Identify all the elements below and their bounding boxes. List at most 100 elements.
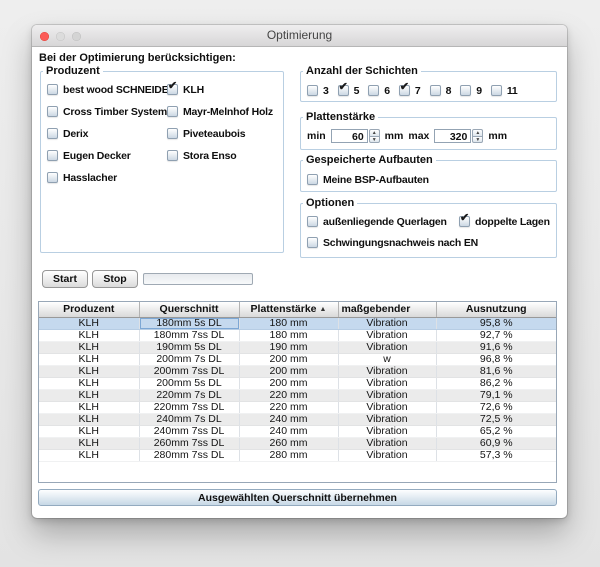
- checkbox-derix[interactable]: [47, 128, 58, 139]
- cell-ausnutzung[interactable]: 95,8 %: [436, 317, 556, 329]
- cell-querschnitt[interactable]: 180mm 7ss DL: [139, 329, 239, 341]
- table-row-4[interactable]: KLH200mm 7s DL200 mmw96,8 %: [39, 353, 556, 365]
- cell-ma-gebender[interactable]: Vibration: [338, 401, 436, 413]
- table-row-6[interactable]: KLH200mm 5s DL200 mmVibration86,2 %: [39, 377, 556, 389]
- cell-plattenst-rke[interactable]: 200 mm: [239, 377, 338, 389]
- cell-plattenst-rke[interactable]: 260 mm: [239, 437, 338, 449]
- table-row-1[interactable]: KLH180mm 5s DL180 mmVibration95,8 %: [39, 317, 556, 329]
- cell-ausnutzung[interactable]: 72,5 %: [436, 413, 556, 425]
- checkbox-7[interactable]: ✔: [399, 85, 410, 96]
- cell-plattenst-rke[interactable]: 220 mm: [239, 389, 338, 401]
- checkbox-au-enliegende-querlagen[interactable]: [307, 216, 318, 227]
- cell-ausnutzung[interactable]: 79,1 %: [436, 389, 556, 401]
- results-table-container[interactable]: ProduzentQuerschnittPlattenstärke▲maßgeb…: [38, 301, 557, 483]
- start-button[interactable]: Start: [42, 270, 88, 288]
- checkbox-doppelte-lagen[interactable]: ✔: [459, 216, 470, 227]
- cell-produzent[interactable]: KLH: [39, 317, 139, 329]
- cell-ausnutzung[interactable]: 65,2 %: [436, 425, 556, 437]
- cell-ma-gebender[interactable]: Vibration: [338, 329, 436, 341]
- cell-ma-gebender[interactable]: Vibration: [338, 437, 436, 449]
- table-row-12[interactable]: KLH280mm 7ss DL280 mmVibration57,3 %: [39, 449, 556, 461]
- cell-produzent[interactable]: KLH: [39, 365, 139, 377]
- cell-ausnutzung[interactable]: 57,3 %: [436, 449, 556, 461]
- cell-ma-gebender[interactable]: Vibration: [338, 317, 436, 329]
- cell-plattenst-rke[interactable]: 180 mm: [239, 317, 338, 329]
- cell-produzent[interactable]: KLH: [39, 437, 139, 449]
- cell-produzent[interactable]: KLH: [39, 353, 139, 365]
- column-header-ausnutzung[interactable]: Ausnutzung: [436, 302, 556, 317]
- zoom-icon[interactable]: [72, 32, 81, 41]
- column-header-ma-gebender[interactable]: maßgebender: [338, 302, 436, 317]
- stop-button[interactable]: Stop: [92, 270, 138, 288]
- cell-plattenst-rke[interactable]: 200 mm: [239, 365, 338, 377]
- checkbox-5[interactable]: ✔: [338, 85, 349, 96]
- cell-plattenst-rke[interactable]: 240 mm: [239, 413, 338, 425]
- cell-ausnutzung[interactable]: 92,7 %: [436, 329, 556, 341]
- cell-ma-gebender[interactable]: Vibration: [338, 377, 436, 389]
- cell-ma-gebender[interactable]: Vibration: [338, 413, 436, 425]
- cell-produzent[interactable]: KLH: [39, 389, 139, 401]
- cell-querschnitt[interactable]: 220mm 7s DL: [139, 389, 239, 401]
- cell-ma-gebender[interactable]: Vibration: [338, 365, 436, 377]
- cell-produzent[interactable]: KLH: [39, 413, 139, 425]
- min-spinner-up-icon[interactable]: ▲: [369, 129, 380, 136]
- cell-plattenst-rke[interactable]: 200 mm: [239, 353, 338, 365]
- checkbox-9[interactable]: [460, 85, 471, 96]
- table-row-2[interactable]: KLH180mm 7ss DL180 mmVibration92,7 %: [39, 329, 556, 341]
- cell-ausnutzung[interactable]: 96,8 %: [436, 353, 556, 365]
- cell-plattenst-rke[interactable]: 220 mm: [239, 401, 338, 413]
- cell-produzent[interactable]: KLH: [39, 401, 139, 413]
- checkbox-piveteaubois[interactable]: [167, 128, 178, 139]
- column-header-produzent[interactable]: Produzent: [39, 302, 139, 317]
- close-icon[interactable]: [40, 32, 49, 41]
- max-spinner-down-icon[interactable]: ▼: [472, 136, 483, 143]
- cell-plattenst-rke[interactable]: 180 mm: [239, 329, 338, 341]
- minimize-icon[interactable]: [56, 32, 65, 41]
- checkbox-8[interactable]: [430, 85, 441, 96]
- cell-querschnitt[interactable]: 200mm 7s DL: [139, 353, 239, 365]
- cell-ma-gebender[interactable]: w: [338, 353, 436, 365]
- cell-ma-gebender[interactable]: Vibration: [338, 425, 436, 437]
- cell-plattenst-rke[interactable]: 280 mm: [239, 449, 338, 461]
- table-row-5[interactable]: KLH200mm 7ss DL200 mmVibration81,6 %: [39, 365, 556, 377]
- cell-querschnitt[interactable]: 280mm 7ss DL: [139, 449, 239, 461]
- cell-produzent[interactable]: KLH: [39, 449, 139, 461]
- cell-querschnitt[interactable]: 220mm 7ss DL: [139, 401, 239, 413]
- table-row-3[interactable]: KLH190mm 5s DL190 mmVibration91,6 %: [39, 341, 556, 353]
- cell-ma-gebender[interactable]: Vibration: [338, 449, 436, 461]
- cell-ausnutzung[interactable]: 81,6 %: [436, 365, 556, 377]
- table-row-10[interactable]: KLH240mm 7ss DL240 mmVibration65,2 %: [39, 425, 556, 437]
- checkbox-meine-bsp-aufbauten[interactable]: [307, 174, 318, 185]
- checkbox-hasslacher[interactable]: [47, 172, 58, 183]
- cell-ausnutzung[interactable]: 60,9 %: [436, 437, 556, 449]
- cell-querschnitt[interactable]: 200mm 5s DL: [139, 377, 239, 389]
- cell-ma-gebender[interactable]: Vibration: [338, 341, 436, 353]
- checkbox-best-wood-schneider[interactable]: [47, 84, 58, 95]
- table-row-9[interactable]: KLH240mm 7s DL240 mmVibration72,5 %: [39, 413, 556, 425]
- cell-produzent[interactable]: KLH: [39, 377, 139, 389]
- cell-produzent[interactable]: KLH: [39, 341, 139, 353]
- min-spinner-down-icon[interactable]: ▼: [369, 136, 380, 143]
- table-row-8[interactable]: KLH220mm 7ss DL220 mmVibration72,6 %: [39, 401, 556, 413]
- cell-querschnitt[interactable]: 200mm 7ss DL: [139, 365, 239, 377]
- cell-ausnutzung[interactable]: 72,6 %: [436, 401, 556, 413]
- checkbox-11[interactable]: [491, 85, 502, 96]
- checkbox-cross-timber-systems[interactable]: [47, 106, 58, 117]
- cell-querschnitt[interactable]: 190mm 5s DL: [139, 341, 239, 353]
- cell-querschnitt[interactable]: 260mm 7ss DL: [139, 437, 239, 449]
- cell-produzent[interactable]: KLH: [39, 329, 139, 341]
- cell-produzent[interactable]: KLH: [39, 425, 139, 437]
- cell-plattenst-rke[interactable]: 190 mm: [239, 341, 338, 353]
- title-bar[interactable]: Optimierung: [32, 25, 567, 47]
- max-spinner-field[interactable]: 320: [434, 129, 471, 143]
- table-row-7[interactable]: KLH220mm 7s DL220 mmVibration79,1 %: [39, 389, 556, 401]
- checkbox-stora-enso[interactable]: [167, 150, 178, 161]
- cell-querschnitt[interactable]: 240mm 7ss DL: [139, 425, 239, 437]
- column-header-plattenst-rke[interactable]: Plattenstärke▲: [239, 302, 338, 317]
- checkbox-klh[interactable]: ✔: [167, 84, 178, 95]
- apply-button[interactable]: Ausgewählten Querschnitt übernehmen: [38, 489, 557, 506]
- checkbox-6[interactable]: [368, 85, 379, 96]
- cell-querschnitt[interactable]: 240mm 7s DL: [139, 413, 239, 425]
- min-spinner-field[interactable]: 60: [331, 129, 368, 143]
- checkbox-3[interactable]: [307, 85, 318, 96]
